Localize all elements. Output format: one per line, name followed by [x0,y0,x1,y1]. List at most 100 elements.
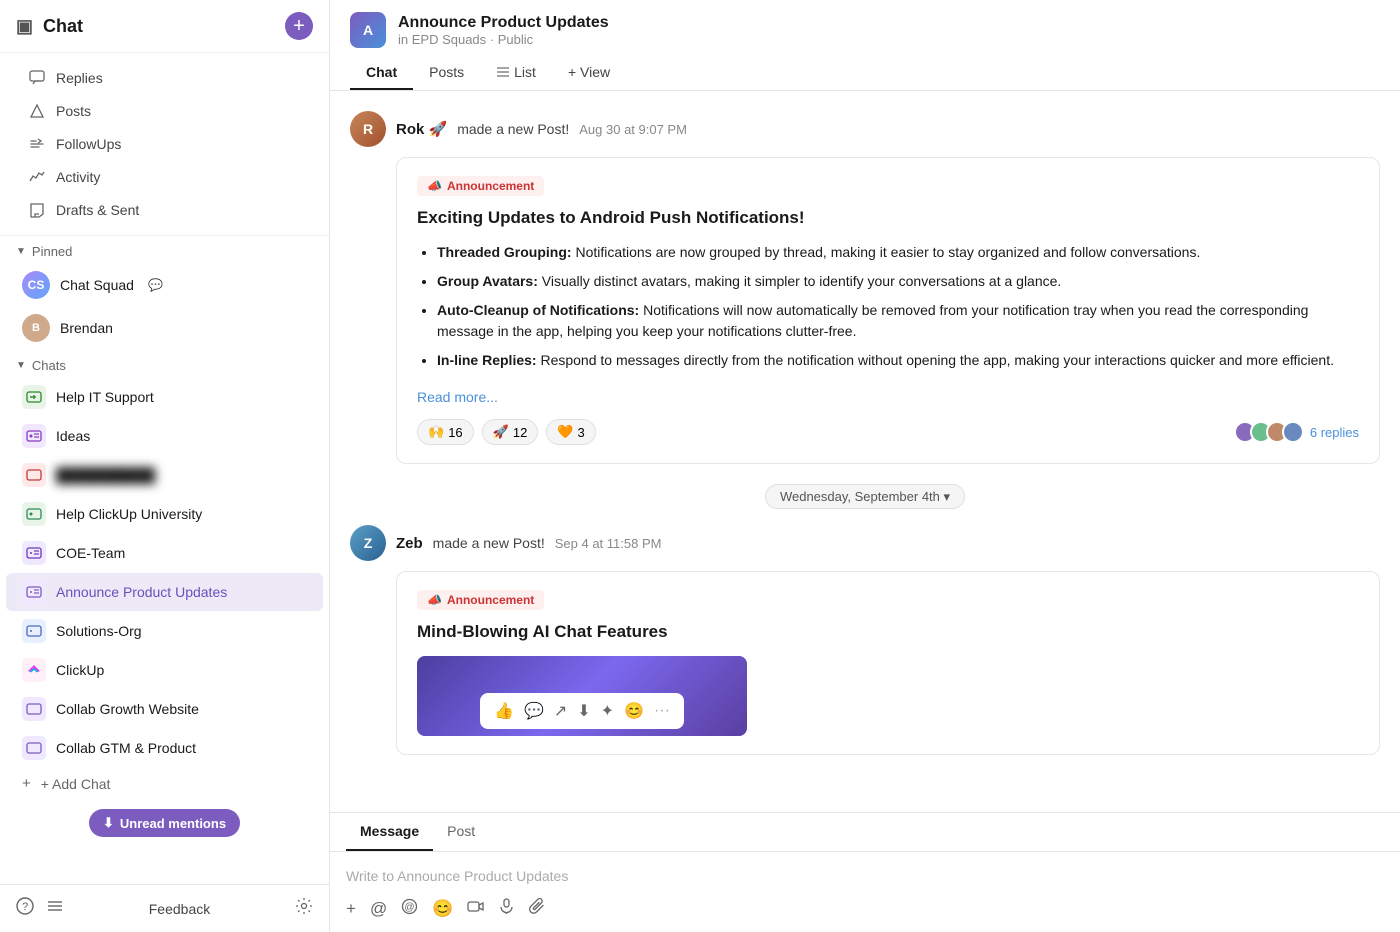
sidebar-nav: Replies Posts FollowUps Activity Drafts … [0,53,329,236]
msg-tool-mic[interactable] [498,898,515,920]
sidebar-item-blurred[interactable]: ██████████ [6,456,323,494]
sidebar-item-collab-growth[interactable]: Collab Growth Website [6,690,323,728]
message-meta-1: R Rok 🚀 made a new Post! Aug 30 at 9:07 … [350,111,1380,147]
nav-followups-label: FollowUps [56,136,121,152]
ai-toolbar-icon-1[interactable]: 👍 [494,701,514,721]
sidebar-item-help-clickup[interactable]: Help ClickUp University [6,495,323,533]
sidebar-toggle-icon[interactable]: ▣ [16,16,33,37]
reaction-emoji-2: 🧡 [557,424,573,440]
reply-avatars [1234,421,1304,443]
sidebar-item-label-brendan: Brendan [60,320,113,336]
reaction-btn-rocket[interactable]: 🚀 12 [482,419,539,445]
arrow-down-icon: ⬇ [103,815,114,831]
announcement-icon: 📣 [427,179,442,193]
tab-list[interactable]: List [480,56,552,90]
sidebar-title-text: Chat [43,16,83,37]
sidebar-item-help-it-support[interactable]: Help IT Support [6,378,323,416]
brendan-avatar: B [22,314,50,342]
sidebar-item-clickup[interactable]: ClickUp [6,651,323,689]
reaction-btn-heart[interactable]: 🧡 3 [546,419,595,445]
unread-mentions-label: Unread mentions [120,816,226,831]
ai-toolbar-icon-5[interactable]: ✦ [601,701,614,721]
input-tab-post[interactable]: Post [433,813,489,851]
add-chat-button[interactable]: + [285,12,313,40]
msg-tool-attach[interactable]: @ [401,898,418,920]
main-content: A Announce Product Updates in EPD Squads… [330,0,1400,932]
feedback-button[interactable]: Feedback [149,901,210,917]
msg-avatar-zeb: Z [350,525,386,561]
solutions-org-icon [22,619,46,643]
sidebar-item-ideas[interactable]: Ideas [6,417,323,455]
read-more-link[interactable]: Read more... [417,389,498,405]
sidebar-item-announce-product-updates[interactable]: Announce Product Updates [6,573,323,611]
sidebar-item-collab-gtm[interactable]: Collab GTM & Product [6,729,323,767]
message-group-1: R Rok 🚀 made a new Post! Aug 30 at 9:07 … [350,111,1380,464]
date-divider-label[interactable]: Wednesday, September 4th ▾ [765,484,965,509]
tab-chat[interactable]: Chat [350,56,413,90]
sidebar-item-solutions-org[interactable]: Solutions-Org [6,612,323,650]
ai-toolbar-icon-4[interactable]: ⬇ [577,701,590,721]
add-chat-icon: + [22,775,31,792]
msg-tool-video[interactable] [467,898,484,920]
ai-toolbar-icon-3[interactable]: ↗ [554,701,567,721]
ai-toolbar-icon-6[interactable]: 😊 [624,701,644,721]
add-chat-button-sidebar[interactable]: + + Add Chat [6,768,323,799]
nav-activity[interactable]: Activity [8,161,321,193]
list-icon[interactable] [46,897,64,920]
sidebar-item-label-coe-team: COE-Team [56,545,125,561]
pinned-label: Pinned [32,244,72,259]
ai-toolbar-icon-7[interactable]: ··· [654,702,670,720]
msg-tool-plus[interactable]: + [346,899,356,919]
replies-icon [28,69,46,87]
bullet-4: In-line Replies: Respond to messages dir… [437,350,1359,371]
chat-squad-avatar: CS [22,271,50,299]
message-placeholder[interactable]: Write to Announce Product Updates [346,864,1384,894]
announcement-label-2: Announcement [447,593,534,607]
announce-icon [22,580,46,604]
unread-mentions-badge[interactable]: ⬇ Unread mentions [89,809,240,837]
chats-section-header[interactable]: ▼ Chats [0,350,329,377]
bullet-1: Threaded Grouping: Notifications are now… [437,242,1359,263]
post-body-1: Threaded Grouping: Notifications are now… [417,242,1359,371]
bullet-3: Auto-Cleanup of Notifications: Notificat… [437,300,1359,342]
date-divider: Wednesday, September 4th ▾ [350,488,1380,505]
pinned-arrow-icon: ▼ [16,246,26,257]
sidebar-header: ▣ Chat + [0,0,329,53]
message-group-2: Z Zeb made a new Post! Sep 4 at 11:58 PM… [350,525,1380,755]
nav-replies[interactable]: Replies [8,62,321,94]
settings-icon[interactable] [295,897,313,920]
input-tabs: Message Post [330,813,1400,852]
tab-list-label: List [514,64,536,80]
reaction-btn-celebrate[interactable]: 🙌 16 [417,419,474,445]
sidebar-item-coe-team[interactable]: COE-Team [6,534,323,572]
replies-count[interactable]: 6 replies [1310,425,1359,440]
followups-icon [28,135,46,153]
msg-author-zeb: Zeb [396,535,423,552]
nav-drafts-label: Drafts & Sent [56,202,139,218]
ai-toolbar-icon-2[interactable]: 💬 [524,701,544,721]
svg-text:?: ? [22,901,28,913]
nav-drafts[interactable]: Drafts & Sent [8,194,321,226]
help-icon[interactable]: ? [16,897,34,920]
sidebar-item-brendan[interactable]: B Brendan [6,307,323,349]
msg-tool-clip[interactable] [529,898,546,920]
activity-icon [28,168,46,186]
input-tab-message[interactable]: Message [346,813,433,851]
add-chat-label: + Add Chat [41,776,111,792]
coe-team-icon [22,541,46,565]
messages-area: R Rok 🚀 made a new Post! Aug 30 at 9:07 … [330,91,1400,812]
announcement-tag-1: 📣 Announcement [417,176,544,196]
reaction-count-0: 16 [448,425,462,440]
tab-posts[interactable]: Posts [413,56,480,90]
msg-tool-emoji[interactable]: 😊 [432,899,453,919]
tab-view[interactable]: + View [552,56,626,90]
nav-posts[interactable]: Posts [8,95,321,127]
nav-followups[interactable]: FollowUps [8,128,321,160]
pinned-section-header[interactable]: ▼ Pinned [0,236,329,263]
sidebar-item-chat-squad[interactable]: CS Chat Squad 💬 [6,264,323,306]
post-title-2: Mind-Blowing AI Chat Features [417,622,1359,642]
msg-tool-at[interactable]: @ [370,899,387,919]
post-card-2: 📣 Announcement Mind-Blowing AI Chat Feat… [396,571,1380,755]
msg-time-zeb: Sep 4 at 11:58 PM [555,536,662,551]
announcement-icon-2: 📣 [427,593,442,607]
